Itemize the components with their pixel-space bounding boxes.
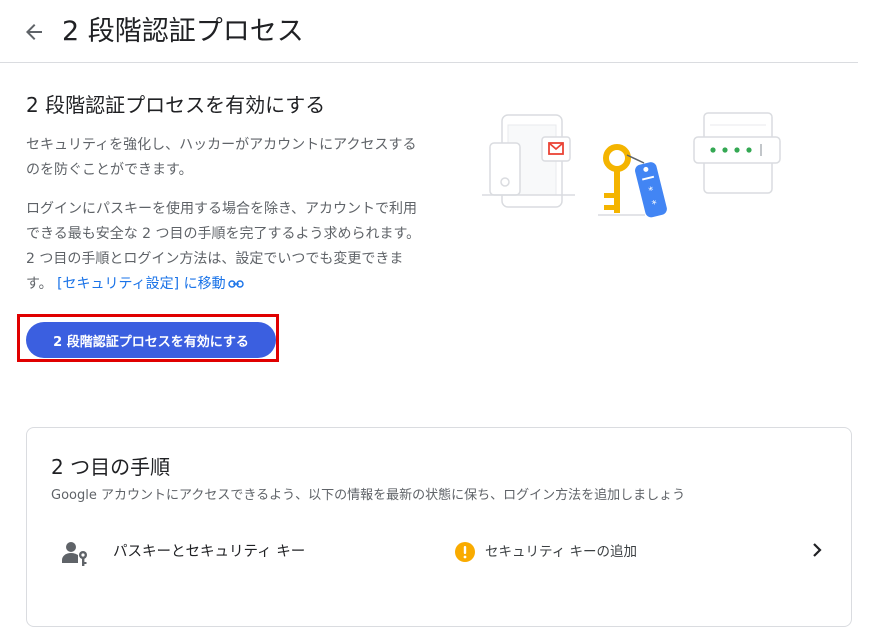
chevron-right-icon[interactable] <box>807 540 827 560</box>
card-subtitle: Google アカウントにアクセスできるよう、以下の情報を最新の状態に保ち、ログ… <box>51 488 686 503</box>
security-settings-link-text[interactable]: [セキュリティ設定] に移動 <box>57 276 226 292</box>
page-header: 2 段階認証プロセス <box>0 0 858 63</box>
two-step-illustration: * * <box>482 112 781 218</box>
enable-2sv-button[interactable]: 2 段階認証プロセスを有効にする <box>26 322 276 358</box>
card-title: 2 つ目の手順 <box>51 455 171 479</box>
page-title: 2 段階認証プロセス <box>62 16 304 47</box>
back-arrow-icon[interactable] <box>22 20 46 44</box>
person-key-icon <box>62 542 87 566</box>
link-icon <box>227 280 244 288</box>
intro-details: ログインにパスキーを使用する場合を除き、アカウントで利用できる最も安全な 2 つ… <box>26 197 426 297</box>
security-settings-link[interactable]: [セキュリティ設定] に移動 <box>57 276 244 292</box>
passkeys-status: セキュリティ キーの追加 <box>485 544 637 560</box>
warning-icon <box>455 542 475 562</box>
passkeys-row[interactable]: パスキーとセキュリティ キー セキュリティ キーの追加 <box>27 528 851 578</box>
section-heading: 2 段階認証プロセスを有効にする <box>26 93 326 117</box>
passkeys-label: パスキーとセキュリティ キー <box>113 544 306 560</box>
intro-description: セキュリティを強化し、ハッカーがアカウントにアクセスするのを防ぐことができます。 <box>26 137 417 178</box>
second-steps-card: 2 つ目の手順 Google アカウントにアクセスできるよう、以下の情報を最新の… <box>26 427 852 627</box>
